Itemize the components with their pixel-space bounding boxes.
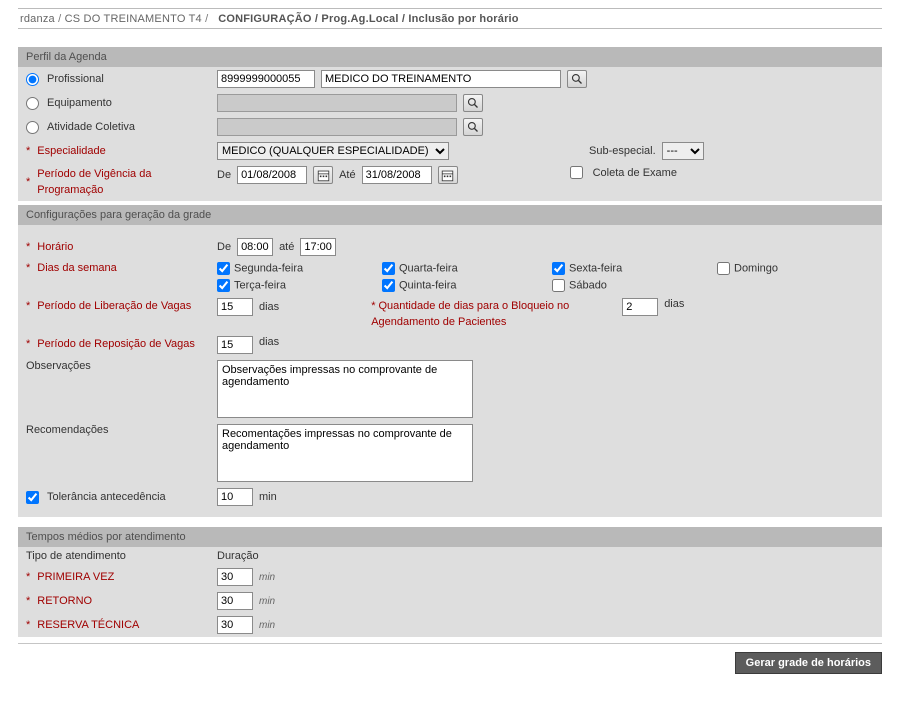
input-bloqueio[interactable] [622, 298, 658, 316]
input-hora-ate[interactable] [300, 238, 336, 256]
input-liberacao[interactable] [217, 298, 253, 316]
label-ate2: até [279, 241, 294, 253]
tempos-dur-header: Duração [217, 550, 259, 562]
checkbox-tolerancia[interactable] [26, 491, 39, 504]
label-especialidade: Especialidade [37, 145, 106, 157]
checkbox-qui[interactable] [382, 279, 395, 292]
breadcrumb-page: Inclusão por horário [408, 13, 518, 25]
radio-equipamento[interactable] [26, 97, 39, 110]
tempo-label-2: RESERVA TÉCNICA [37, 619, 139, 631]
label-equipamento: Equipamento [47, 97, 112, 109]
label-dias-lib: dias [259, 301, 279, 313]
label-dias: Dias da semana [37, 262, 117, 274]
label-min: min [259, 491, 277, 503]
label-de2: De [217, 241, 231, 253]
label-ate: Até [339, 169, 356, 181]
day-seg[interactable]: Segunda-feira [217, 262, 382, 275]
breadcrumb-user: rdanza [20, 13, 55, 25]
day-ter[interactable]: Terça-feira [217, 279, 382, 292]
tempo-min-2: min [259, 620, 275, 631]
checkbox-sab[interactable] [552, 279, 565, 292]
search-icon[interactable] [567, 70, 587, 88]
label-bloqueio: Quantidade de dias para o Bloqueio no Ag… [371, 300, 569, 328]
section-tempos-header: Tempos médios por atendimento [18, 527, 882, 547]
label-vigencia: Período de Vigência da Programação [37, 166, 211, 198]
calendar-icon[interactable] [438, 166, 458, 184]
input-hora-de[interactable] [237, 238, 273, 256]
day-sab[interactable]: Sábado [552, 279, 717, 292]
checkbox-dom[interactable] [717, 262, 730, 275]
label-dias-bloq: dias [664, 298, 684, 310]
breadcrumb-unit: CS DO TREINAMENTO T4 [65, 13, 202, 25]
checkbox-sex[interactable] [552, 262, 565, 275]
radio-atividade[interactable] [26, 121, 39, 134]
select-especialidade[interactable]: MEDICO (QUALQUER ESPECIALIDADE) [217, 142, 449, 160]
radio-profissional[interactable] [26, 73, 39, 86]
search-icon[interactable] [463, 94, 483, 112]
checkbox-seg[interactable] [217, 262, 230, 275]
day-dom[interactable]: Domingo [717, 262, 867, 275]
label-atividade: Atividade Coletiva [47, 121, 135, 133]
day-qui[interactable]: Quinta-feira [382, 279, 552, 292]
input-profissional-name[interactable] [321, 70, 561, 88]
calendar-icon[interactable] [313, 166, 333, 184]
search-icon[interactable] [463, 118, 483, 136]
checkbox-ter[interactable] [217, 279, 230, 292]
input-atividade [217, 118, 457, 136]
label-profissional: Profissional [47, 73, 104, 85]
label-tolerancia: Tolerância antecedência [47, 491, 166, 503]
input-vig-de[interactable] [237, 166, 307, 184]
checkbox-coleta[interactable] [570, 166, 583, 179]
select-subespec[interactable]: --- [662, 142, 704, 160]
tempo-input-1[interactable] [217, 592, 253, 610]
label-subespec: Sub-especial. [589, 145, 656, 157]
section-perfil-header: Perfil da Agenda [18, 47, 882, 67]
tempo-input-0[interactable] [217, 568, 253, 586]
breadcrumb-section: CONFIGURAÇÃO [218, 13, 311, 25]
checkbox-qua[interactable] [382, 262, 395, 275]
textarea-observacoes[interactable]: Observações impressas no comprovante de … [217, 360, 473, 418]
breadcrumb: rdanza / CS DO TREINAMENTO T4 / CONFIGUR… [18, 11, 882, 28]
label-horario: Horário [37, 241, 73, 253]
day-sex[interactable]: Sexta-feira [552, 262, 717, 275]
label-coleta: Coleta de Exame [593, 167, 677, 179]
tempo-min-0: min [259, 572, 275, 583]
label-observacoes: Observações [26, 360, 91, 372]
input-tolerancia[interactable] [217, 488, 253, 506]
label-dias-rep: dias [259, 336, 279, 348]
breadcrumb-subsection: Prog.Ag.Local [321, 13, 398, 25]
section-config-header: Configurações para geração da grade [18, 205, 882, 225]
input-reposicao[interactable] [217, 336, 253, 354]
input-profissional-code[interactable] [217, 70, 315, 88]
gerar-grade-button[interactable]: Gerar grade de horários [735, 652, 882, 674]
textarea-recomendacoes[interactable]: Recomentações impressas no comprovante d… [217, 424, 473, 482]
tempo-input-2[interactable] [217, 616, 253, 634]
tempo-min-1: min [259, 596, 275, 607]
day-qua[interactable]: Quarta-feira [382, 262, 552, 275]
input-vig-ate[interactable] [362, 166, 432, 184]
label-liberacao: Período de Liberação de Vagas [37, 298, 191, 314]
input-equipamento [217, 94, 457, 112]
tempos-tipo-header: Tipo de atendimento [26, 550, 126, 562]
tempo-label-1: RETORNO [37, 595, 92, 607]
label-recomendacoes: Recomendações [26, 424, 109, 436]
label-reposicao: Período de Reposição de Vagas [37, 336, 195, 352]
label-de: De [217, 169, 231, 181]
tempo-label-0: PRIMEIRA VEZ [37, 571, 114, 583]
